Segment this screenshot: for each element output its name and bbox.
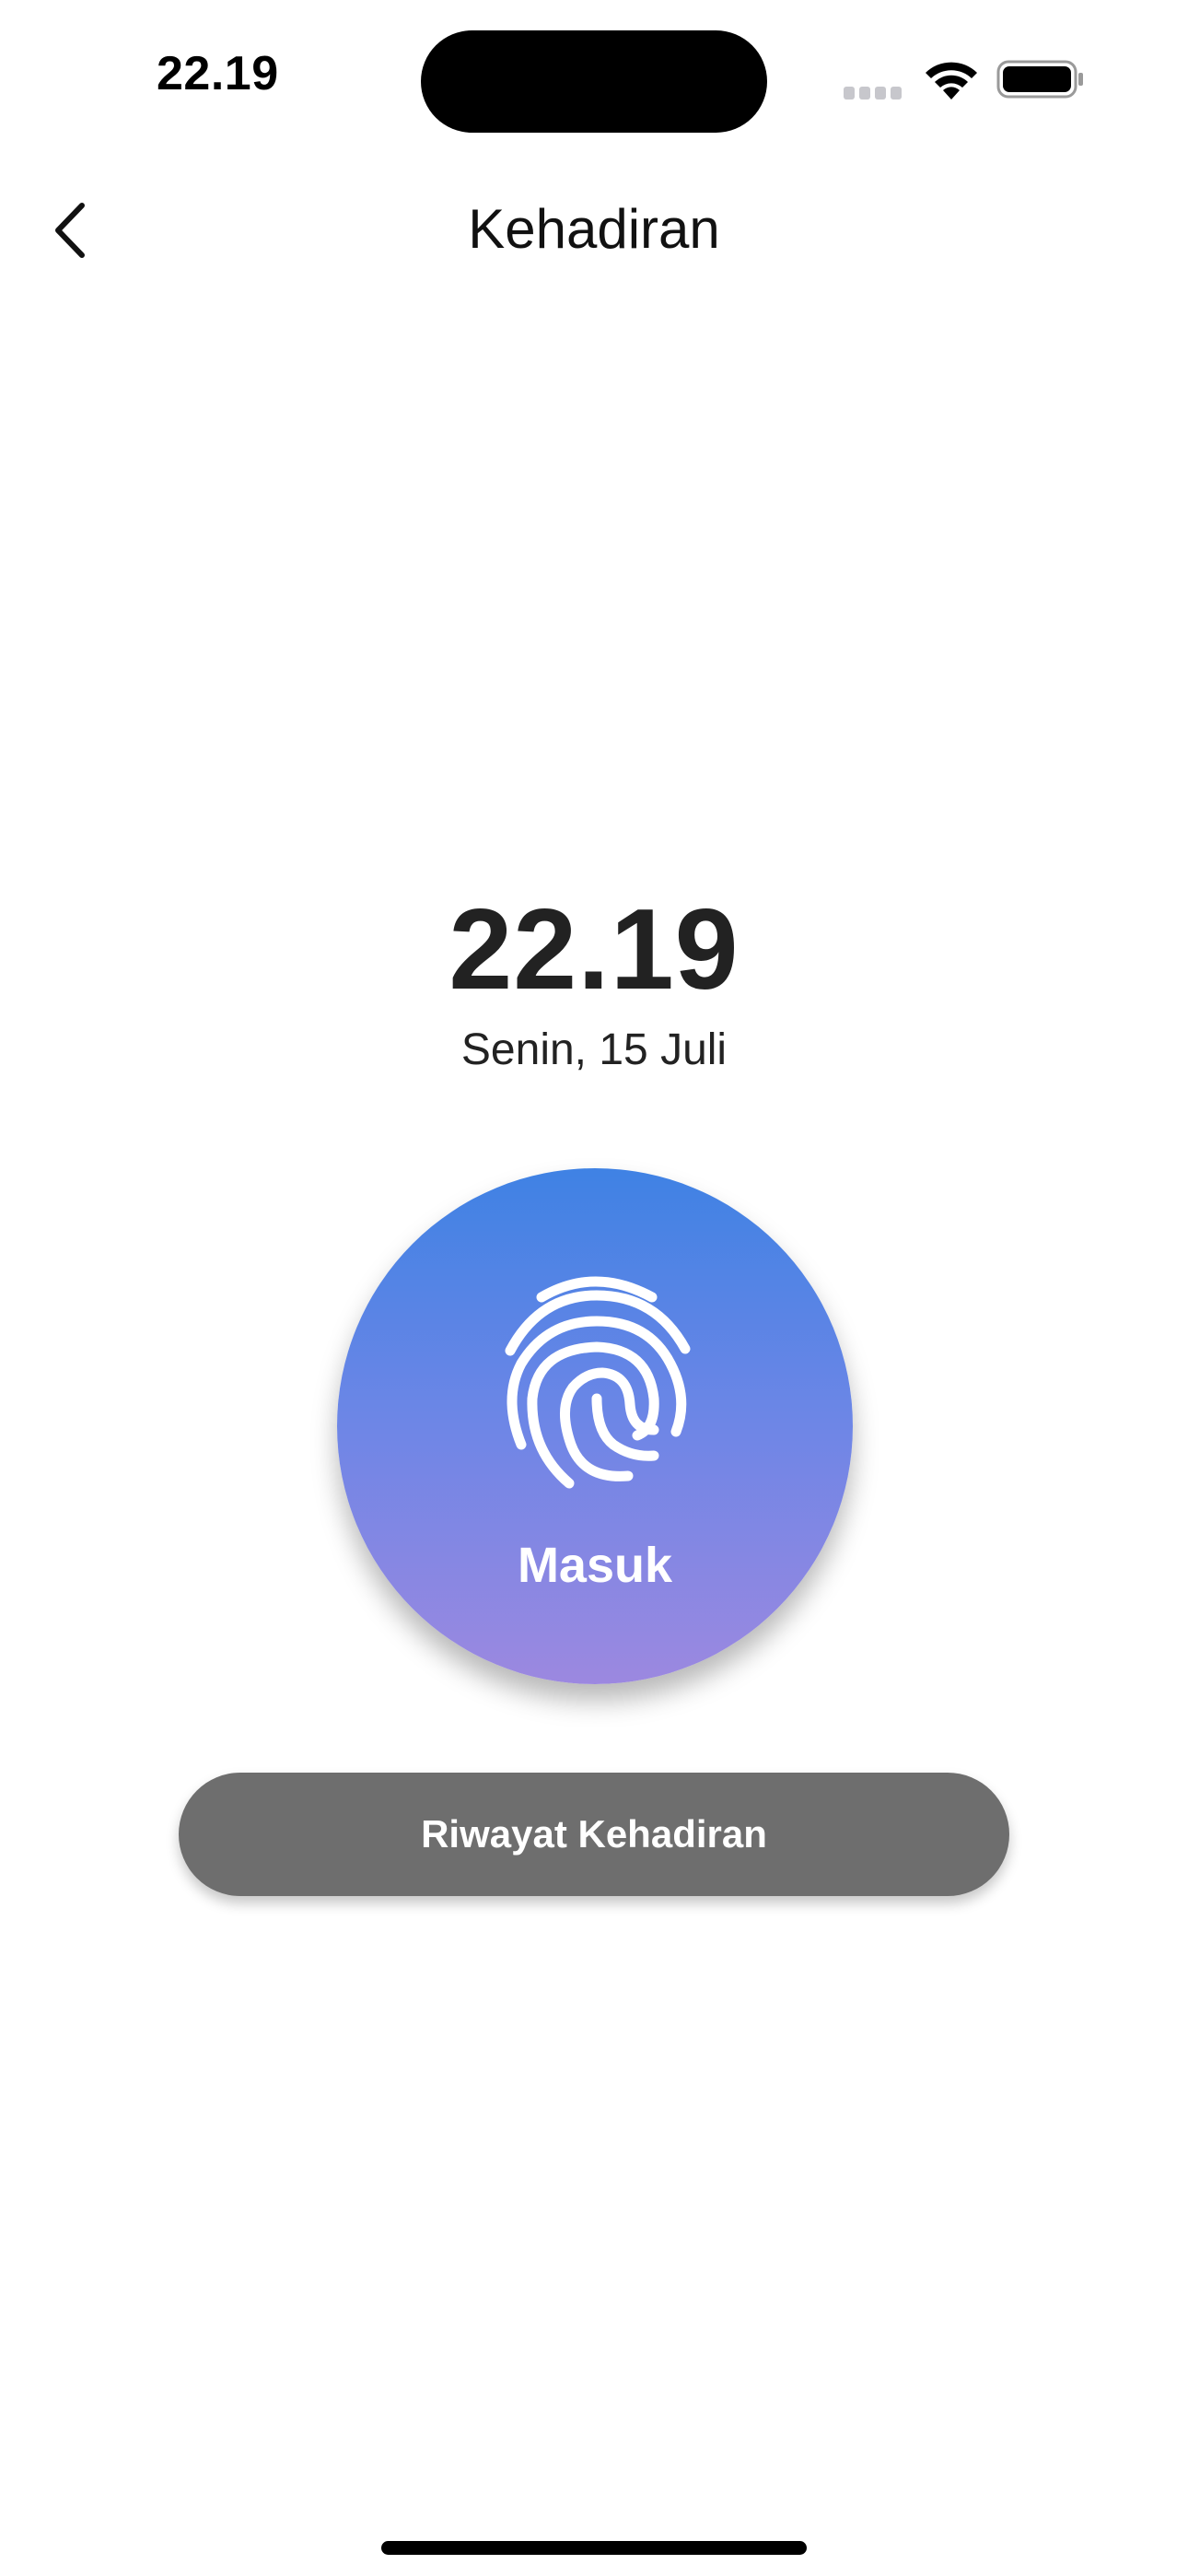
current-time: 22.19 <box>448 886 740 1013</box>
wifi-icon <box>926 62 977 100</box>
cellular-signal-icon <box>844 87 902 100</box>
check-in-label: Masuk <box>517 1538 673 1593</box>
home-indicator[interactable] <box>381 2541 807 2555</box>
check-in-button[interactable]: Masuk <box>337 1168 853 1684</box>
dynamic-island <box>421 30 767 133</box>
attendance-screen: 22.19 Kehadiran 22.19 Senin, 15 Juli Mas… <box>0 0 1188 2576</box>
fingerprint-icon <box>505 1276 691 1489</box>
page-title: Kehadiran <box>468 198 720 260</box>
attendance-history-button[interactable]: Riwayat Kehadiran <box>179 1773 1009 1896</box>
status-bar-time: 22.19 <box>157 47 279 100</box>
battery-icon <box>996 60 1083 99</box>
current-date: Senin, 15 Juli <box>460 1025 728 1074</box>
